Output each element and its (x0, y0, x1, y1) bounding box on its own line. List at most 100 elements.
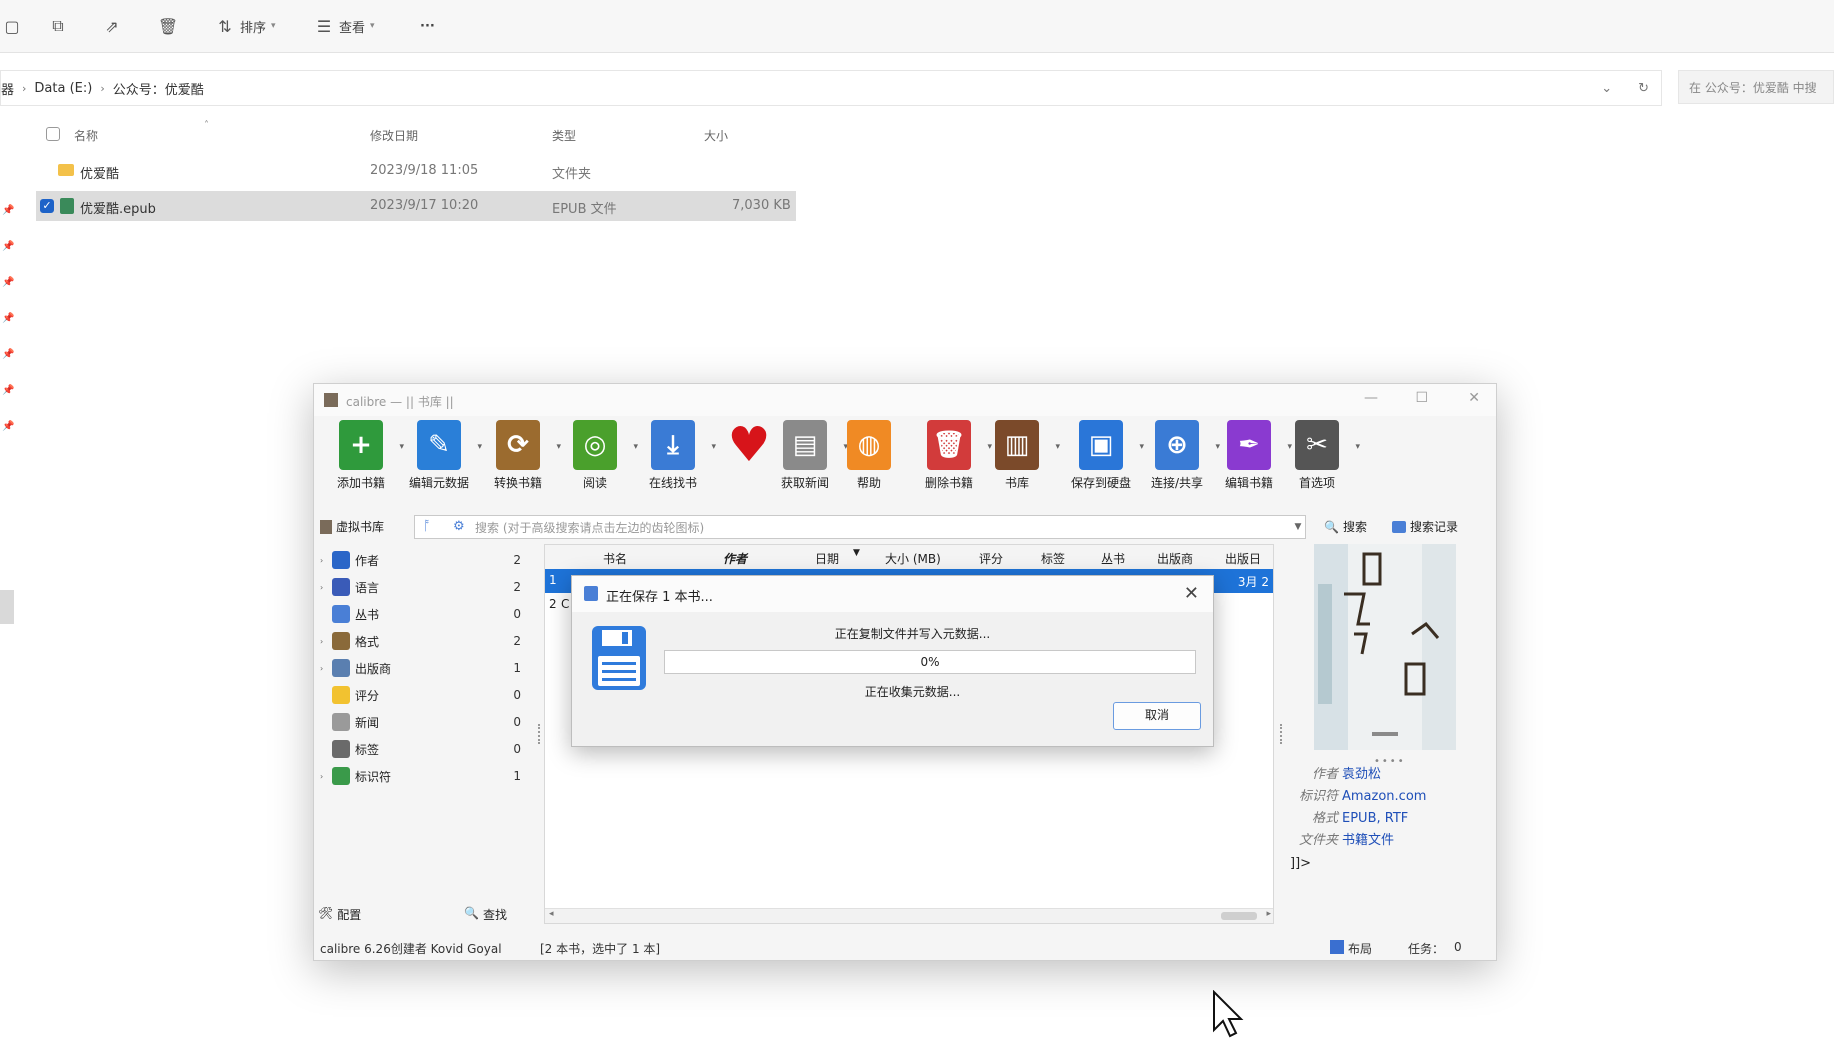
toolbar-button-0[interactable]: + 添加书籍 ▾ (322, 420, 404, 491)
expand-arrow-icon[interactable]: › (320, 772, 332, 781)
sort-icon: ⇅ (218, 16, 232, 36)
address-history-chevron-icon[interactable]: ⌄ (1601, 81, 1612, 96)
chevron-down-icon[interactable]: ▾ (1355, 442, 1360, 452)
toolbar-button-8[interactable]: 🗑 删除书籍 ▾ (910, 420, 992, 491)
chevron-down-icon[interactable]: ▾ (1055, 442, 1060, 452)
tag-browser-item[interactable]: 评分 0 (320, 683, 535, 707)
tag-browser-item[interactable]: 标签 0 (320, 737, 535, 761)
chevron-down-icon: ▾ (271, 21, 276, 31)
expand-arrow-icon[interactable]: › (320, 664, 332, 673)
calibre-logo-icon (324, 393, 338, 407)
row-checkbox[interactable]: ✓ (40, 199, 54, 213)
detail-key: 文件夹 (1298, 833, 1338, 848)
expand-arrow-icon[interactable]: › (320, 637, 332, 646)
toolbar-button-2[interactable]: ⟳ 转换书籍 ▾ (479, 420, 561, 491)
tag-browser-item[interactable]: 新闻 0 (320, 710, 535, 734)
breadcrumb-folder[interactable]: 公众号：优爱酷 (113, 79, 204, 98)
layout-button[interactable]: 布局 (1330, 940, 1372, 957)
splitter-handle[interactable] (538, 724, 544, 744)
rename-button[interactable]: ⧉ (48, 12, 68, 40)
column-publisher[interactable]: 出版商 (1157, 550, 1193, 567)
column-date[interactable]: 修改日期 (370, 127, 418, 144)
calibre-search-input[interactable]: ᚩ ⚙ 搜索 (对于高级搜索请点击左边的齿轮图标) (414, 515, 1306, 539)
tag-browser-item[interactable]: › 出版商 1 (320, 656, 535, 680)
splitter-handle[interactable] (1280, 724, 1286, 744)
expand-arrow-icon[interactable]: › (320, 556, 332, 565)
tag-browser-item[interactable]: › 标识符 1 (320, 764, 535, 788)
toolbar-button-1[interactable]: ✎ 编辑元数据 ▾ (400, 420, 482, 491)
toolbar-label: 添加书籍 (336, 476, 385, 490)
column-author[interactable]: 作者 (723, 550, 747, 567)
tag-browser-item[interactable]: 丛书 0 (320, 602, 535, 626)
file-row-folder[interactable]: 优爱酷 2023/9/18 11:05 文件夹 (36, 156, 796, 186)
tag-browser-item[interactable]: › 格式 2 (320, 629, 535, 653)
copy-button[interactable]: ▢ (2, 12, 22, 40)
detail-value-link[interactable]: 袁劲松 (1342, 767, 1381, 782)
column-size[interactable]: 大小 (MB) (885, 550, 941, 567)
folder-icon (58, 164, 74, 176)
heart-icon: ♥ (727, 417, 771, 473)
select-all-checkbox[interactable] (46, 127, 60, 141)
text-format-icon[interactable]: ᚩ (423, 519, 431, 534)
column-name[interactable]: 名称 (74, 127, 98, 144)
file-row-epub[interactable]: ✓ 优爱酷.epub 2023/9/17 10:20 EPUB 文件 7,030… (36, 191, 796, 221)
virtual-library-button[interactable]: 虚拟书库 (320, 518, 384, 535)
book-cover[interactable] (1314, 544, 1456, 750)
column-type[interactable]: 类型 (552, 127, 576, 144)
jobs-label[interactable]: 任务： (1408, 940, 1444, 957)
more-button[interactable]: ··· (420, 12, 435, 40)
tag-count: 1 (513, 769, 521, 783)
pin-icon: 📌 (2, 205, 15, 216)
address-bar[interactable]: 器 › Data (E:) › 公众号：优爱酷 ⌄ ↻ (0, 70, 1662, 106)
search-history-dropdown[interactable]: ▼ (1289, 515, 1307, 539)
toolbar-button-7[interactable]: ◍ 帮助 (830, 420, 908, 491)
category-icon (332, 605, 350, 623)
delete-button[interactable]: 🗑 (158, 12, 178, 40)
breadcrumb-drive[interactable]: Data (E:) (34, 81, 92, 96)
toolbar-button-9[interactable]: ▥ 书库 ▾ (978, 420, 1060, 491)
toolbar-button-11[interactable]: ⊕ 连接/共享 ▾ (1138, 420, 1220, 491)
tag-browser-item[interactable]: › 语言 2 (320, 575, 535, 599)
find-button[interactable]: 🔍 查找 (464, 906, 507, 923)
breadcrumb-root[interactable]: 器 (1, 79, 14, 98)
detail-value-link[interactable]: 书籍文件 (1342, 833, 1394, 848)
row-number: 1 (549, 573, 557, 587)
tag-label: 格式 (355, 634, 380, 649)
toolbar-button-10[interactable]: ▣ 保存到硬盘 ▾ (1062, 420, 1144, 491)
nav-scroll-thumb[interactable] (0, 590, 14, 624)
saved-search-button[interactable]: 搜索记录 (1392, 518, 1458, 535)
gear-icon[interactable]: ⚙ (453, 519, 465, 534)
share-button[interactable]: ⇗ (102, 12, 122, 40)
maximize-icon[interactable]: ☐ (1415, 390, 1428, 406)
expand-arrow-icon[interactable]: › (320, 583, 332, 592)
column-rating[interactable]: 评分 (979, 550, 1003, 567)
cancel-button[interactable]: 取消 (1113, 702, 1201, 730)
detail-value-link[interactable]: EPUB, RTF (1342, 811, 1408, 826)
column-tags[interactable]: 标签 (1041, 550, 1065, 567)
toolbar-button-12[interactable]: ✒ 编辑书籍 ▾ (1210, 420, 1292, 491)
view-button[interactable]: ☰ 查看 ▾ (314, 12, 375, 40)
configure-button[interactable]: 🛠 配置 (318, 906, 361, 923)
explorer-toolbar: ▢ ⧉ ⇗ 🗑 ⇅ 排序 ▾ ☰ 查看 ▾ ··· (0, 0, 1834, 53)
refresh-icon[interactable]: ↻ (1638, 81, 1649, 96)
category-icon (332, 578, 350, 596)
toolbar-button-4[interactable]: ⤓ 在线找书 ▾ (634, 420, 716, 491)
column-title[interactable]: 书名 (603, 550, 627, 567)
detail-value-link[interactable]: Amazon.com (1342, 789, 1426, 804)
tag-count: 2 (513, 580, 521, 594)
connect-share-icon: ⊕ (1155, 420, 1199, 470)
minimize-icon[interactable]: — (1364, 390, 1378, 406)
toolbar-button-13[interactable]: ✂ 首选项 ▾ (1278, 420, 1360, 491)
toolbar-button-3[interactable]: ◎ 阅读 ▾ (556, 420, 638, 491)
sort-button[interactable]: ⇅ 排序 ▾ (215, 12, 276, 40)
tag-label: 标签 (355, 742, 380, 757)
close-dialog-icon[interactable]: ✕ (1184, 583, 1199, 604)
column-date[interactable]: 日期 (815, 550, 839, 567)
tag-browser-item[interactable]: › 作者 2 (320, 548, 535, 572)
explorer-search-input[interactable]: 在 公众号：优爱酷 中搜 (1678, 70, 1834, 104)
search-button[interactable]: 🔍 搜索 (1324, 518, 1367, 535)
close-window-icon[interactable]: ✕ (1468, 390, 1480, 406)
column-pubdate[interactable]: 出版日 (1225, 550, 1261, 567)
column-series[interactable]: 丛书 (1101, 550, 1125, 567)
column-size[interactable]: 大小 (704, 127, 728, 144)
